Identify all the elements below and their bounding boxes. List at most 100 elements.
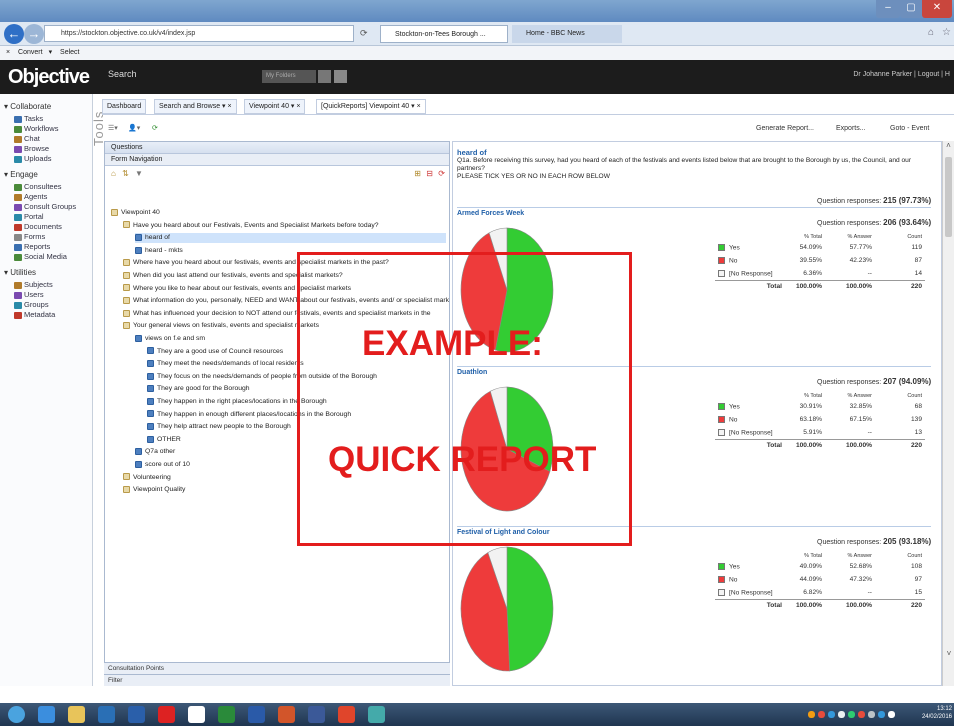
sidebar-item-portal[interactable]: Portal	[14, 212, 44, 221]
tray-icon[interactable]	[868, 711, 875, 718]
chrome-icon[interactable]	[338, 706, 355, 723]
scroll-thumb[interactable]	[945, 157, 952, 237]
sidebar-item-subjects[interactable]: Subjects	[14, 280, 53, 289]
tray-icon[interactable]	[858, 711, 865, 718]
sidebar-group-collaborate[interactable]: ▾ Collaborate	[4, 102, 51, 111]
tab-dashboard[interactable]: Dashboard	[102, 99, 147, 114]
search-icon[interactable]	[334, 70, 347, 83]
sidebar-item-agents[interactable]: Agents	[14, 192, 47, 201]
facebook-icon[interactable]	[308, 706, 325, 723]
ie-icon[interactable]	[38, 706, 55, 723]
tray-icon[interactable]	[828, 711, 835, 718]
close-icon[interactable]: ×	[6, 49, 10, 56]
tree-item[interactable]: They happen in enough different places/l…	[147, 410, 446, 420]
user-menu[interactable]: Dr Johanne Parker | Logout | H	[853, 71, 950, 78]
sidebar-item-social-media[interactable]: Social Media	[14, 252, 67, 261]
select-button[interactable]: Select	[60, 49, 79, 56]
browser-tab[interactable]: Home - BBC News	[512, 25, 622, 43]
tray-icon[interactable]	[838, 711, 845, 718]
back-button[interactable]: ←	[4, 24, 24, 44]
tree-item[interactable]: heard - mkts	[135, 246, 446, 256]
form-navigation-header[interactable]: Form Navigation	[105, 154, 449, 166]
tree-item-label: score out of 10	[145, 461, 190, 468]
tree-item[interactable]: heard of	[135, 233, 446, 244]
browser-tab-active[interactable]: Stockton-on-Tees Borough ...	[380, 25, 508, 43]
home-icon[interactable]: ⌂	[928, 27, 934, 38]
sidebar-group-engage[interactable]: ▾ Engage	[4, 170, 38, 179]
tray-icon[interactable]	[848, 711, 855, 718]
tree-item[interactable]: Viewpoint Quality	[123, 485, 446, 495]
tray-icon[interactable]	[878, 711, 885, 718]
excel-icon[interactable]	[218, 706, 235, 723]
sidebar-item-metadata[interactable]: Metadata	[14, 310, 55, 319]
expand-icon[interactable]: ⊞	[414, 166, 421, 182]
goto-event-button[interactable]: Goto - Event	[890, 118, 929, 140]
convert-button[interactable]: Convert	[18, 49, 43, 56]
user-options-icon[interactable]: 👤▾	[128, 118, 140, 140]
search-scope-dropdown-icon[interactable]	[318, 70, 331, 83]
sidebar-item-tasks[interactable]: Tasks	[14, 114, 43, 123]
sidebar-item-consultees[interactable]: Consultees	[14, 182, 62, 191]
sidebar-group-utilities[interactable]: ▾ Utilities	[4, 268, 36, 277]
sort-icon[interactable]: ⇅	[122, 169, 129, 178]
home-icon[interactable]: ⌂	[111, 169, 116, 178]
legend-swatch	[718, 562, 725, 570]
tray-icon[interactable]	[818, 711, 825, 718]
sidebar-item-documents[interactable]: Documents	[14, 222, 62, 231]
minimize-button[interactable]: –	[876, 0, 900, 18]
refresh-icon[interactable]: ⟳	[152, 118, 158, 140]
word-icon[interactable]	[248, 706, 265, 723]
sidebar-item-browse[interactable]: Browse	[14, 144, 49, 153]
acrobat-icon[interactable]	[158, 706, 175, 723]
sidebar-item-chat[interactable]: Chat	[14, 134, 40, 143]
sidebar-item-uploads[interactable]: Uploads	[14, 154, 52, 163]
tree-item[interactable]: What has influenced your decision to NOT…	[123, 309, 446, 319]
powerpoint-icon[interactable]	[278, 706, 295, 723]
tree-item[interactable]: They are good for the Borough	[147, 384, 446, 394]
tree-item[interactable]: Where you like to hear about our festiva…	[123, 284, 446, 294]
sidebar-item-users[interactable]: Users	[14, 290, 44, 299]
filter-header[interactable]: Filter	[104, 674, 450, 686]
outlook-icon[interactable]	[128, 706, 145, 723]
consultation-points-header[interactable]: Consultation Points	[104, 662, 450, 674]
network-icon[interactable]	[368, 706, 385, 723]
tree-item[interactable]: They focus on the needs/demands of peopl…	[147, 372, 446, 382]
visio-icon[interactable]	[188, 706, 205, 723]
tree-item[interactable]: What information do you, personally, NEE…	[123, 296, 449, 306]
sidebar-item-consult-groups[interactable]: Consult Groups	[14, 202, 76, 211]
maximize-button[interactable]: ▢	[900, 0, 922, 18]
forward-button[interactable]: →	[24, 24, 44, 44]
start-button[interactable]	[8, 706, 25, 723]
tree-item[interactable]: Where have you heard about our festivals…	[123, 258, 446, 268]
tab-viewpoint-40[interactable]: Viewpoint 40 ▾ ×	[244, 99, 306, 114]
explorer-icon[interactable]	[68, 706, 85, 723]
tab-search-and-browse[interactable]: Search and Browse ▾ ×	[154, 99, 237, 114]
tray-icon[interactable]	[808, 711, 815, 718]
filter-icon[interactable]: ▼	[135, 169, 143, 178]
scroll-down-icon[interactable]: ˅	[943, 649, 954, 658]
sidebar-item-forms[interactable]: Forms	[14, 232, 45, 241]
tree-item[interactable]: They help attract new people to the Boro…	[147, 422, 446, 432]
star-icon[interactable]: ☆	[942, 27, 951, 38]
tree-item[interactable]: Viewpoint 40	[111, 208, 446, 218]
media-icon[interactable]	[98, 706, 115, 723]
collapse-icon[interactable]: ⊟	[426, 166, 433, 182]
refresh-tree-icon[interactable]: ⟳	[438, 166, 445, 182]
generate-report-button[interactable]: Generate Report...	[756, 118, 814, 140]
address-bar[interactable]: https://stockton.objective.co.uk/v4/inde…	[44, 25, 354, 42]
sidebar-item-workflows[interactable]: Workflows	[14, 124, 58, 133]
scroll-up-icon[interactable]: ˄	[943, 141, 954, 150]
view-options-icon[interactable]: ☰▾	[108, 118, 118, 140]
sidebar-item-groups[interactable]: Groups	[14, 300, 49, 309]
tab--quickreports-viewpoint-40[interactable]: [QuickReports] Viewpoint 40 ▾ ×	[316, 99, 426, 114]
vertical-scrollbar[interactable]: ˄ ˅	[942, 141, 954, 686]
tree-item[interactable]: Have you heard about our Festivals, Even…	[123, 221, 446, 231]
search-scope-select[interactable]: My Folders	[262, 70, 316, 83]
refresh-icon[interactable]: ⟳	[360, 28, 368, 39]
tray-icon[interactable]	[888, 711, 895, 718]
close-button[interactable]: ✕	[922, 0, 952, 18]
tree-item[interactable]: They happen in the right places/location…	[147, 397, 446, 407]
exports-button[interactable]: Exports...	[836, 118, 866, 140]
tree-item[interactable]: When did you last attend our festivals, …	[123, 271, 446, 281]
sidebar-item-reports[interactable]: Reports	[14, 242, 50, 251]
